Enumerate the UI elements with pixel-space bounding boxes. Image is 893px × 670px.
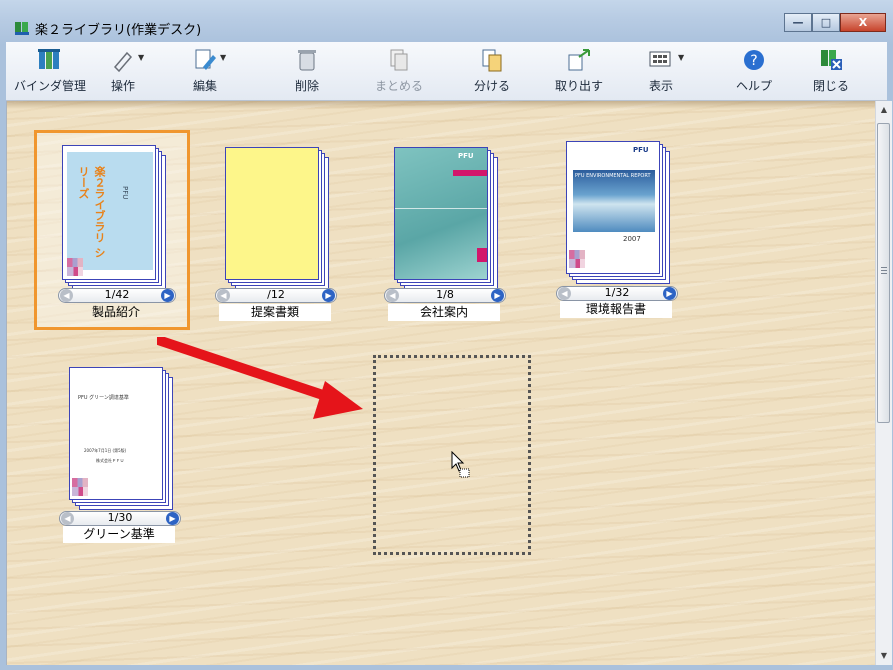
svg-text:?: ?	[750, 53, 757, 69]
binder-manage-button[interactable]: バインダ管理	[14, 47, 86, 94]
proposal-folder-cover	[225, 147, 319, 280]
green-standard-cover: PFU グリーン調達基準 2007年7月1日 (第5版) 株式会社ＰＦＵ	[69, 367, 163, 500]
extract-icon	[568, 49, 590, 71]
thumbnail-mosaic	[569, 250, 585, 268]
binder-proposals[interactable]: ◀ /12 ▶ 提案書類	[215, 135, 355, 335]
page-navigator[interactable]: ◀ 1/32 ▶	[556, 286, 678, 301]
edit-button[interactable]: ▼ 編集	[170, 47, 240, 94]
page-navigator[interactable]: ◀ /12 ▶	[215, 288, 337, 303]
page-navigator[interactable]: ◀ 1/30 ▶	[59, 511, 181, 526]
page-count: 1/42	[104, 288, 130, 301]
page-navigator[interactable]: ◀ 1/42 ▶	[58, 288, 176, 303]
binder-name: 会社案内	[388, 304, 500, 321]
scroll-up-icon[interactable]: ▲	[876, 103, 892, 117]
delete-button[interactable]: 削除	[272, 47, 342, 94]
close-desk-icon	[821, 50, 842, 70]
binder-environment-report[interactable]: PFU PFU ENVIRONMENTAL REPORT 2007 ◀ 1/32…	[556, 135, 696, 335]
green-cover-title: PFU グリーン調達基準	[78, 395, 129, 401]
green-cover-date: 2007年7月1日 (第5版)	[84, 448, 127, 453]
mouse-cursor-icon	[451, 451, 470, 478]
minimize-button[interactable]: —	[784, 13, 812, 32]
env-cover-brand: PFU	[633, 146, 649, 154]
page-count: 1/32	[604, 286, 630, 299]
toolbar: バインダ管理 ▼ 操作 ▼ 編集 削除 まとめる 分ける 取り出す ▼ 表示 ?…	[6, 42, 887, 101]
minimize-icon: —	[792, 16, 804, 29]
view-icon	[649, 51, 671, 67]
close-desk-button[interactable]: 閉じる	[796, 47, 866, 94]
close-window-button[interactable]: X	[840, 13, 886, 32]
title-bar[interactable]: 楽２ライブラリ(作業デスク) — □ X	[0, 0, 893, 42]
vertical-scrollbar[interactable]: ▲ ▼	[875, 101, 892, 665]
merge-button[interactable]: まとめる	[364, 47, 434, 94]
app-window: 楽２ライブラリ(作業デスク) — □ X バインダ管理 ▼ 操作 ▼ 編集 削除…	[0, 0, 893, 670]
extract-button[interactable]: 取り出す	[544, 47, 614, 94]
view-button[interactable]: ▼ 表示	[626, 47, 696, 94]
split-button[interactable]: 分ける	[457, 47, 527, 94]
company-cover: PFU	[394, 147, 488, 280]
operation-button[interactable]: ▼ 操作	[88, 47, 158, 94]
thumbnail-mosaic	[67, 258, 83, 276]
help-button[interactable]: ? ヘルプ	[719, 47, 789, 94]
product-cover-sub: PFU	[121, 186, 129, 200]
binder-name: グリーン基準	[63, 526, 175, 543]
env-cover-title: PFU ENVIRONMENTAL REPORT	[575, 173, 651, 179]
window-title: 楽２ライブラリ(作業デスク)	[35, 23, 202, 38]
product-cover-title: 楽２ライブラリ シリーズ	[77, 166, 106, 258]
help-icon: ?	[744, 50, 764, 70]
split-icon	[482, 49, 502, 72]
dropdown-arrow-icon: ▼	[138, 53, 145, 62]
scroll-thumb[interactable]	[877, 123, 890, 423]
app-icon	[15, 22, 29, 35]
maximize-button[interactable]: □	[812, 13, 840, 32]
green-cover-company: 株式会社ＰＦＵ	[96, 458, 124, 463]
env-report-cover: PFU PFU ENVIRONMENTAL REPORT 2007	[566, 141, 660, 274]
binder-icon	[38, 49, 60, 69]
next-page-icon[interactable]: ▶	[161, 289, 174, 302]
binder-company-guide[interactable]: PFU ◀ 1/8 ▶ 会社案内	[384, 135, 524, 335]
page-count: 1/30	[107, 511, 133, 524]
thumbnail-mosaic	[72, 478, 88, 496]
wand-icon	[113, 51, 133, 73]
close-icon: X	[858, 16, 868, 29]
dropdown-arrow-icon: ▼	[678, 53, 685, 62]
maximize-icon: □	[820, 16, 832, 29]
page-navigator[interactable]: ◀ 1/8 ▶	[384, 288, 506, 303]
env-cover-year: 2007	[623, 235, 641, 243]
desk-shadow	[7, 101, 876, 109]
binder-name: 製品紹介	[91, 305, 140, 319]
next-page-icon[interactable]: ▶	[166, 512, 179, 525]
merge-icon	[390, 49, 408, 71]
next-page-icon[interactable]: ▶	[491, 289, 504, 302]
edit-icon	[195, 49, 216, 70]
binder-name: 環境報告書	[560, 301, 672, 318]
page-count: 1/8	[436, 288, 454, 301]
scroll-down-icon[interactable]: ▼	[876, 649, 892, 663]
page-count: /12	[267, 288, 285, 301]
drag-arrow-icon	[157, 337, 363, 419]
dropdown-arrow-icon: ▼	[220, 53, 227, 62]
next-page-icon[interactable]: ▶	[663, 287, 676, 300]
product-cover: 楽２ライブラリ シリーズ PFU	[62, 145, 156, 280]
binder-product-intro[interactable]: 楽２ライブラリ シリーズ PFU ◀ 1/42 ▶ 製品紹介	[34, 130, 190, 335]
next-page-icon[interactable]: ▶	[322, 289, 335, 302]
trash-icon	[298, 50, 316, 71]
work-desk[interactable]: 楽２ライブラリ シリーズ PFU ◀ 1/42 ▶ 製品紹介 ◀ /12 ▶ 提…	[6, 101, 876, 665]
company-cover-brand: PFU	[458, 152, 474, 160]
binder-name: 提案書類	[219, 304, 331, 321]
